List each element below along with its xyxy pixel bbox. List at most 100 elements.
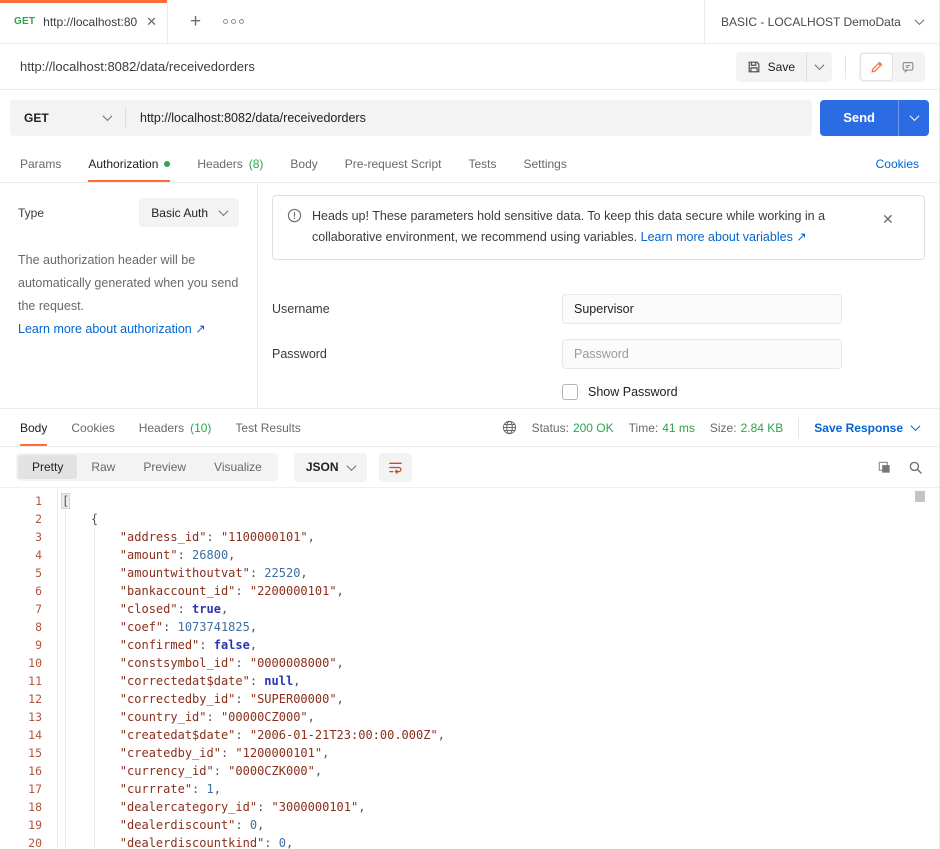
send-options-button[interactable] bbox=[898, 100, 929, 136]
new-tab-icon[interactable]: + bbox=[190, 12, 201, 31]
auth-type-column: Type Basic Auth The authorization header… bbox=[0, 183, 258, 408]
request-tab[interactable]: GET http://localhost:80... ✕ bbox=[0, 0, 168, 43]
method-label: GET bbox=[24, 111, 49, 125]
response-tabs: Body Cookies Headers (10) Test Results S… bbox=[0, 408, 939, 447]
tab-authorization[interactable]: Authorization bbox=[88, 145, 170, 182]
postman-window: GET http://localhost:80... ✕ + BASIC - L… bbox=[0, 0, 940, 849]
tab-label: Cookies bbox=[71, 421, 114, 435]
response-tab-test-results[interactable]: Test Results bbox=[235, 409, 300, 446]
code-line: 5 "amountwithoutvat": 22520, bbox=[0, 564, 939, 582]
globe-icon bbox=[502, 420, 517, 435]
response-tab-body[interactable]: Body bbox=[20, 409, 47, 446]
line-number: 1 bbox=[0, 492, 42, 510]
time-badge: Time: 41 ms bbox=[629, 421, 695, 435]
auth-type-value: Basic Auth bbox=[151, 206, 208, 220]
line-number: 14 bbox=[0, 726, 42, 744]
tab-method-badge: GET bbox=[14, 16, 35, 27]
wrap-lines-button[interactable] bbox=[379, 453, 412, 482]
method-selector[interactable]: GET bbox=[10, 111, 125, 125]
tab-body[interactable]: Body bbox=[290, 145, 317, 182]
close-tab-icon[interactable]: ✕ bbox=[146, 15, 157, 28]
response-headers-count-badge: (10) bbox=[190, 421, 211, 435]
request-url-title: http://localhost:8082/data/receivedorder… bbox=[20, 59, 736, 74]
copy-icon[interactable] bbox=[877, 460, 892, 475]
line-number: 3 bbox=[0, 528, 42, 546]
password-label: Password bbox=[272, 347, 562, 361]
search-icon[interactable] bbox=[908, 460, 923, 475]
url-bar-row: GET http://localhost:8082/data/receivedo… bbox=[0, 90, 939, 145]
cookies-link[interactable]: Cookies bbox=[876, 157, 919, 171]
response-body-code: 1[2 {3 "address_id": "1100000101",4 "amo… bbox=[0, 488, 939, 849]
auth-type-selector[interactable]: Basic Auth bbox=[139, 198, 239, 227]
response-view-switch: Pretty Raw Preview Visualize bbox=[16, 453, 278, 481]
code-line: 2 { bbox=[0, 510, 939, 528]
line-number: 6 bbox=[0, 582, 42, 600]
more-options-icon[interactable] bbox=[223, 19, 244, 24]
tab-label: Settings bbox=[524, 157, 567, 171]
scrollbar-thumb[interactable] bbox=[915, 491, 925, 502]
tab-settings[interactable]: Settings bbox=[524, 145, 567, 182]
line-number: 11 bbox=[0, 672, 42, 690]
password-field[interactable] bbox=[562, 339, 842, 369]
editor-mode-toggle bbox=[859, 52, 925, 82]
line-number: 8 bbox=[0, 618, 42, 636]
pencil-icon bbox=[870, 60, 884, 74]
line-number: 18 bbox=[0, 798, 42, 816]
save-options-button[interactable] bbox=[806, 52, 832, 82]
line-number: 16 bbox=[0, 762, 42, 780]
edit-mode-button[interactable] bbox=[861, 54, 892, 80]
size-value: 2.84 KB bbox=[741, 421, 784, 435]
tab-label: Authorization bbox=[88, 157, 158, 171]
save-response-button[interactable]: Save Response bbox=[814, 421, 919, 435]
response-toolbar: Pretty Raw Preview Visualize JSON bbox=[0, 447, 939, 487]
line-number: 13 bbox=[0, 708, 42, 726]
variables-learn-more-link[interactable]: Learn more about variables ↗ bbox=[641, 230, 807, 244]
view-pretty-button[interactable]: Pretty bbox=[18, 455, 77, 479]
line-number: 5 bbox=[0, 564, 42, 582]
send-button[interactable]: Send bbox=[820, 100, 898, 136]
format-selector[interactable]: JSON bbox=[294, 453, 367, 482]
save-button[interactable]: Save bbox=[736, 52, 806, 82]
code-line: 9 "confirmed": false, bbox=[0, 636, 939, 654]
tab-prerequest-script[interactable]: Pre-request Script bbox=[345, 145, 442, 182]
code-line: 1[ bbox=[0, 492, 939, 510]
line-number: 20 bbox=[0, 834, 42, 849]
code-line: 8 "coef": 1073741825, bbox=[0, 618, 939, 636]
close-banner-icon[interactable]: ✕ bbox=[882, 208, 894, 231]
line-number: 7 bbox=[0, 600, 42, 618]
size-badge: Size: 2.84 KB bbox=[710, 421, 783, 435]
view-visualize-button[interactable]: Visualize bbox=[200, 455, 276, 479]
response-body-viewer[interactable]: 1[2 {3 "address_id": "1100000101",4 "amo… bbox=[0, 487, 939, 849]
chevron-down-icon bbox=[815, 60, 825, 70]
auth-learn-more-link[interactable]: Learn more about authorization ↗ bbox=[18, 318, 206, 341]
basic-auth-form: Username Password Show Password bbox=[272, 294, 925, 400]
tab-tests[interactable]: Tests bbox=[468, 145, 496, 182]
chevron-down-icon bbox=[219, 206, 229, 216]
code-line: 3 "address_id": "1100000101", bbox=[0, 528, 939, 546]
tab-label: Body bbox=[20, 421, 47, 435]
authorization-panel: Type Basic Auth The authorization header… bbox=[0, 183, 939, 408]
line-number: 15 bbox=[0, 744, 42, 762]
response-tab-cookies[interactable]: Cookies bbox=[71, 409, 114, 446]
tab-label: Test Results bbox=[235, 421, 300, 435]
request-header-row: http://localhost:8082/data/receivedorder… bbox=[0, 44, 939, 90]
show-password-label: Show Password bbox=[588, 385, 678, 399]
username-field[interactable] bbox=[562, 294, 842, 324]
tab-headers[interactable]: Headers (8) bbox=[197, 145, 263, 182]
url-input[interactable]: http://localhost:8082/data/receivedorder… bbox=[126, 111, 812, 125]
auth-type-label: Type bbox=[18, 206, 44, 220]
chevron-down-icon bbox=[911, 421, 921, 431]
chevron-down-icon bbox=[346, 461, 356, 471]
response-tab-headers[interactable]: Headers (10) bbox=[139, 409, 212, 446]
view-preview-button[interactable]: Preview bbox=[129, 455, 200, 479]
code-line: 12 "correctedby_id": "SUPER00000", bbox=[0, 690, 939, 708]
tab-params[interactable]: Params bbox=[20, 145, 61, 182]
comment-mode-button[interactable] bbox=[892, 54, 923, 80]
divider bbox=[845, 55, 846, 79]
tab-label: Pre-request Script bbox=[345, 157, 442, 171]
request-tabs: Params Authorization Headers (8) Body Pr… bbox=[0, 145, 939, 183]
headers-count-badge: (8) bbox=[249, 157, 264, 171]
show-password-checkbox[interactable] bbox=[562, 384, 578, 400]
environment-selector[interactable]: BASIC - LOCALHOST DemoData bbox=[704, 0, 939, 43]
view-raw-button[interactable]: Raw bbox=[77, 455, 129, 479]
